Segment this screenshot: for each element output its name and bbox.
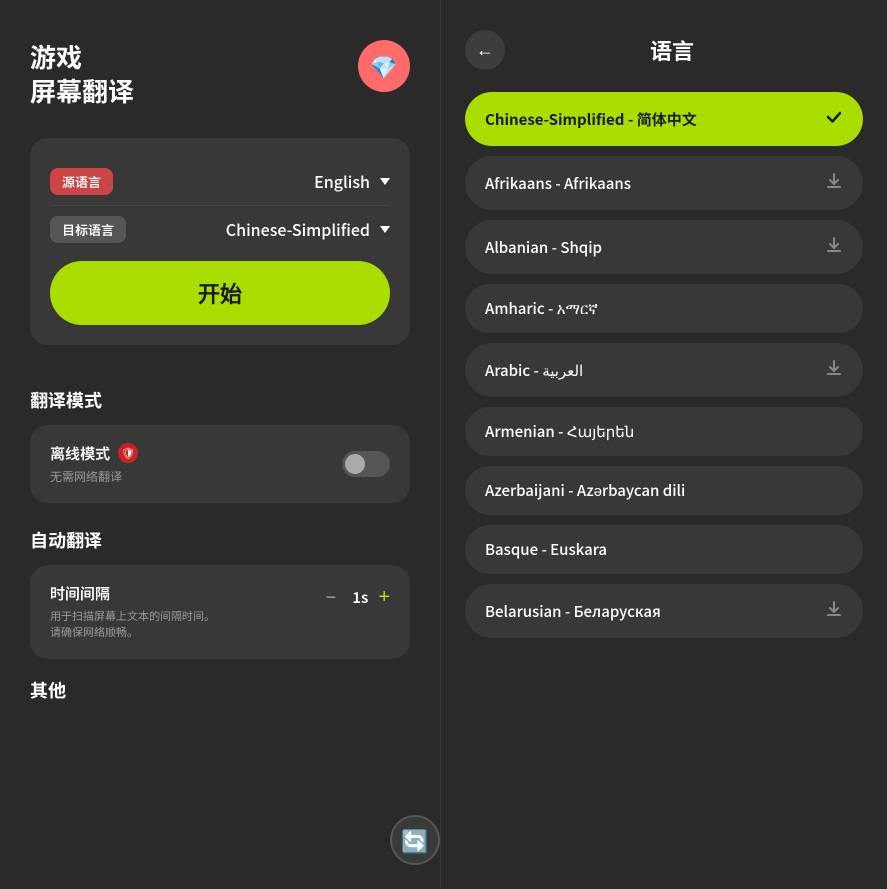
language-name: Amharic - አማርኛ — [485, 298, 598, 319]
target-label-tag: 目标语言 — [50, 216, 126, 243]
language-list: Chinese-Simplified - 简体中文 Afrikaans - Afr… — [465, 92, 863, 638]
interval-sub2: 请确保网络顺畅。 — [50, 624, 215, 641]
target-value-dropdown[interactable]: Chinese-Simplified — [226, 217, 390, 241]
gem-button[interactable]: 💎 — [358, 40, 410, 92]
language-name: Arabic - العربية — [485, 360, 583, 381]
source-value-dropdown[interactable]: English — [314, 169, 390, 193]
offline-label: 离线模式 — [50, 443, 110, 464]
floating-action-button[interactable]: 🔄 — [390, 815, 440, 865]
interval-plus-button[interactable]: + — [378, 586, 390, 609]
offline-badge: 🛡 — [118, 443, 138, 463]
back-button[interactable]: ← — [465, 30, 505, 70]
interval-minus-button[interactable]: − — [320, 585, 343, 610]
language-name: Albanian - Shqip — [485, 237, 602, 258]
offline-label-area: 离线模式 🛡 — [50, 443, 138, 464]
language-action-icon[interactable] — [825, 598, 843, 624]
source-label-tag: 源语言 — [50, 168, 113, 195]
floating-icon: 🔄 — [401, 824, 428, 856]
auto-translate-title: 自动翻译 — [30, 527, 410, 553]
interval-sub1: 用于扫描屏幕上文本的间隔时间。 — [50, 608, 215, 625]
language-name: Armenian - Հայերեն — [485, 421, 634, 442]
offline-toggle[interactable] — [342, 451, 390, 477]
left-panel: 游戏 屏幕翻译 💎 源语言 English 目标语言 Chinese-Simpl… — [0, 0, 440, 889]
language-item[interactable]: Chinese-Simplified - 简体中文 — [465, 92, 863, 146]
target-value-text: Chinese-Simplified — [226, 217, 370, 241]
interval-value: 1s — [352, 587, 368, 608]
source-value-text: English — [314, 169, 370, 193]
language-name: Chinese-Simplified - 简体中文 — [485, 109, 697, 130]
offline-sub: 无需网络翻译 — [50, 468, 138, 485]
gem-icon: 💎 — [370, 50, 397, 82]
right-panel-title: 语言 — [521, 34, 823, 66]
app-title-line1: 游戏 — [30, 38, 82, 75]
language-item[interactable]: Azerbaijani - Azərbaycan dili — [465, 466, 863, 515]
language-item[interactable]: Amharic - አማርኛ — [465, 284, 863, 333]
settings-card: 源语言 English 目标语言 Chinese-Simplified 开始 — [30, 138, 410, 345]
right-header: ← 语言 — [465, 30, 863, 70]
offline-mode-row: 离线模式 🛡 无需网络翻译 — [50, 443, 390, 485]
source-dropdown-arrow — [380, 178, 390, 185]
language-item[interactable]: Afrikaans - Afrikaans — [465, 156, 863, 210]
language-item[interactable]: Arabic - العربية — [465, 343, 863, 397]
language-action-icon[interactable] — [825, 106, 843, 132]
source-language-row: 源语言 English — [50, 158, 390, 205]
language-item[interactable]: Belarusian - Беларуская — [465, 584, 863, 638]
app-header: 游戏 屏幕翻译 💎 — [30, 40, 410, 108]
language-item[interactable]: Basque - Euskara — [465, 525, 863, 574]
language-action-icon[interactable] — [825, 357, 843, 383]
language-name: Belarusian - Беларуская — [485, 601, 661, 622]
offline-mode-left: 离线模式 🛡 无需网络翻译 — [50, 443, 138, 485]
interval-title: 时间间隔 — [50, 583, 215, 604]
back-arrow-icon: ← — [476, 40, 494, 61]
target-language-row: 目标语言 Chinese-Simplified — [50, 205, 390, 253]
right-panel: ← 语言 Chinese-Simplified - 简体中文 Afrikaans … — [440, 0, 887, 889]
target-dropdown-arrow — [380, 226, 390, 233]
app-title-line2: 屏幕翻译 — [30, 72, 134, 109]
app-title: 游戏 屏幕翻译 — [30, 40, 134, 108]
start-button[interactable]: 开始 — [50, 261, 390, 325]
translation-mode-title: 翻译模式 — [30, 387, 410, 413]
language-action-icon[interactable] — [825, 234, 843, 260]
language-name: Basque - Euskara — [485, 539, 607, 560]
language-item[interactable]: Albanian - Shqip — [465, 220, 863, 274]
interval-controls: − 1s + — [320, 585, 390, 610]
language-name: Afrikaans - Afrikaans — [485, 173, 631, 194]
toggle-knob — [345, 454, 365, 474]
interval-card: 时间间隔 用于扫描屏幕上文本的间隔时间。 请确保网络顺畅。 − 1s + — [30, 565, 410, 659]
other-section-title: 其他 — [30, 677, 410, 703]
mode-card: 离线模式 🛡 无需网络翻译 — [30, 425, 410, 503]
interval-left: 时间间隔 用于扫描屏幕上文本的间隔时间。 请确保网络顺畅。 — [50, 583, 215, 641]
language-action-icon[interactable] — [825, 170, 843, 196]
language-item[interactable]: Armenian - Հայերեն — [465, 407, 863, 456]
language-name: Azerbaijani - Azərbaycan dili — [485, 480, 685, 501]
